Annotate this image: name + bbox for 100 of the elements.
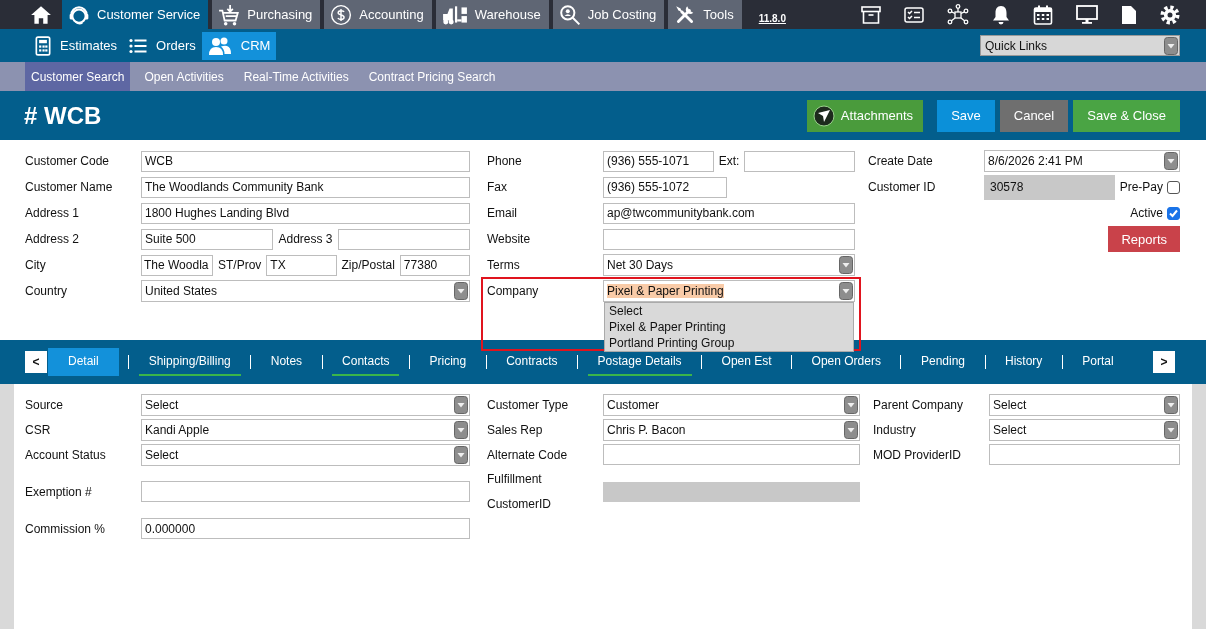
detail-tab[interactable]: Contacts [332,348,400,376]
field-label: ST/Prov [218,258,262,272]
text-field[interactable] [337,228,470,250]
detail-tab[interactable]: Open Orders [801,348,891,376]
field-label: Alternate Code [487,447,569,462]
checkbox[interactable] [1167,206,1180,220]
field-label: Create Date [868,154,934,168]
dropdown-option[interactable]: Select [605,303,853,319]
module-tab[interactable]: Job Costing [552,0,665,29]
field-label: Address 2 [25,232,81,246]
dropdown-field[interactable]: Net 30 Days [603,254,855,276]
text-field[interactable] [989,444,1180,465]
field-label: Fulfillment [487,471,543,488]
text-field[interactable]: Suite 500 [141,228,274,250]
cart-icon [218,3,241,26]
field-label: Customer Code [25,154,111,168]
field-label: Website [487,232,532,246]
field-label: Source [25,397,65,412]
field-label: Account Status [25,447,107,462]
text-field[interactable]: WCB [141,150,470,172]
action-button[interactable]: Save [937,99,995,132]
checkbox-label: Active [1130,206,1163,220]
calculator-icon [35,35,51,56]
text-field[interactable]: 77380 [399,254,470,276]
dropdown-field[interactable]: Select [141,443,470,466]
module-tab[interactable]: Purchasing [212,0,321,29]
text-field[interactable]: The Woodla [141,254,213,276]
reports-button[interactable]: Reports [1108,226,1180,252]
record-title: # WCB [24,101,102,130]
text-field[interactable]: The Woodlands Community Bank [141,176,470,198]
monitor-icon [1076,4,1098,25]
text-field[interactable]: TX [266,254,337,276]
dollar-icon [330,3,353,26]
search-icon [558,3,581,26]
caret-icon [1164,152,1178,170]
detail-tab[interactable]: Pricing [419,348,477,376]
settings-icon [1160,4,1180,25]
text-field[interactable]: ap@twcommunitybank.com [603,202,855,224]
text-field[interactable]: (936) 555-1072 [603,176,727,198]
text-field[interactable] [744,150,855,172]
quick-links-dropdown[interactable]: Quick Links [980,35,1180,56]
text-field[interactable] [603,444,860,465]
dropdown-field[interactable]: Select [989,393,1180,416]
dropdown-field[interactable]: Kandi Apple [141,418,470,441]
dropdown-field[interactable]: Select [141,393,470,416]
archive-box-icon [861,5,881,24]
next-tab-button[interactable]: > [1153,351,1175,373]
caret-icon [1164,395,1178,414]
dropdown-field[interactable]: United States [141,280,470,302]
text-field[interactable]: 1800 Hughes Landing Blvd [141,202,470,224]
field-label: City [25,258,47,272]
caret-icon [454,445,468,464]
checkbox-label: Pre-Pay [1119,180,1163,194]
module-tab[interactable]: Accounting [324,0,432,29]
nav-tab[interactable]: Orders [123,31,202,60]
field-label: CSR [25,422,52,437]
module-tab[interactable]: Tools [668,0,742,29]
bell-icon [992,4,1010,25]
dropdown-field[interactable]: Select [989,418,1180,441]
detail-tab[interactable]: Pending [910,348,975,376]
caret-icon [844,395,858,414]
caret-icon [454,420,468,439]
detail-tab[interactable]: Postage Details [587,348,692,376]
action-button[interactable]: Cancel [999,99,1069,132]
caret-icon [839,282,853,300]
field-label: Email [487,206,518,220]
checkbox[interactable] [1167,180,1180,194]
detail-tab[interactable]: Portal [1072,348,1124,376]
dropdown-option[interactable]: Portland Printing Group [605,335,853,351]
home-icon [30,4,52,25]
dropdown-field[interactable]: Chris P. Bacon [603,418,860,441]
field-label: MOD ProviderID [873,447,962,462]
dropdown-field[interactable]: Customer [603,393,860,416]
detail-tab[interactable]: Shipping/Billing [138,348,241,376]
text-field[interactable]: (936) 555-1071 [603,150,714,172]
text-field[interactable] [603,228,855,250]
document-icon [1121,4,1137,25]
version-link[interactable]: 11.8.0 [758,5,786,24]
field-label: Parent Company [873,397,965,412]
caret-icon [1164,36,1178,55]
previous-tab-button[interactable]: < [25,351,47,373]
field-label: Company [487,284,540,298]
detail-tab[interactable]: Notes [260,348,313,376]
field-label: Commission % [25,521,106,536]
caret-icon [1164,420,1178,439]
module-tab[interactable]: Customer Service [62,0,209,29]
caret-icon [454,282,468,300]
section-tab[interactable]: Customer Search [25,62,131,91]
field-label: Address 3 [278,232,333,246]
list-icon [129,37,148,54]
text-field[interactable] [141,481,470,502]
detail-tab[interactable]: History [995,348,1053,376]
detail-tab[interactable]: Contracts [496,348,568,376]
nav-tab[interactable]: Estimates [29,31,124,60]
dropdown-field[interactable]: 8/6/2026 2:41 PM [984,150,1180,172]
field-label: Terms [487,258,521,272]
field-label: Customer Name [25,180,114,194]
text-field[interactable]: 0.000000 [141,518,470,539]
module-tab[interactable]: Warehouse [435,0,549,29]
dropdown-option[interactable]: Pixel & Paper Printing [605,319,853,335]
